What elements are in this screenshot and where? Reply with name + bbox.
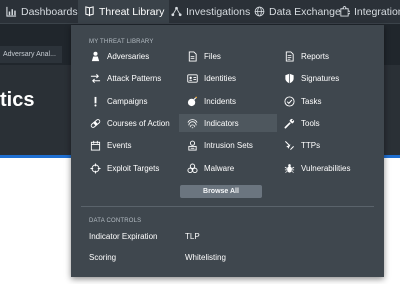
adversary-icon xyxy=(91,51,100,61)
menu-item-label: Files xyxy=(204,51,221,61)
crosshair-icon xyxy=(90,162,101,174)
menu-item-label: Events xyxy=(107,140,132,150)
bug-icon xyxy=(284,163,295,173)
menu-item-incidents[interactable]: Incidents xyxy=(187,92,236,110)
menu-item-attack-patterns[interactable]: Attack Patterns xyxy=(90,69,161,87)
nav-threat-library[interactable]: Threat Library xyxy=(78,0,169,23)
menu-item-label: Indicators xyxy=(204,118,239,128)
nav-integrations[interactable]: Integrations xyxy=(339,0,400,23)
nav-investigations[interactable]: Investigations xyxy=(171,0,250,23)
nav-threat-library-label: Threat Library xyxy=(99,5,165,18)
nav-investigations-label: Investigations xyxy=(186,5,251,18)
data-controls-heading: DATA CONTROLS xyxy=(89,218,142,224)
fingerprint-icon xyxy=(187,118,198,128)
menu-divider xyxy=(81,206,374,207)
menu-item-tools[interactable]: Tools xyxy=(284,114,320,132)
menu-item-label: Attack Patterns xyxy=(107,73,162,83)
puzzle-icon xyxy=(340,6,350,17)
menu-item-label: Reports xyxy=(301,51,330,61)
menu-item-label: Campaigns xyxy=(107,96,148,106)
network-icon xyxy=(171,6,182,17)
shield-icon xyxy=(285,73,294,83)
menu-item-courses-of-action[interactable]: Courses of Action xyxy=(90,114,170,132)
menu-item-malware[interactable]: Malware xyxy=(187,159,234,177)
menu-item-adversaries[interactable]: Adversaries xyxy=(90,47,149,65)
menu-item-label: Malware xyxy=(204,163,235,173)
menu-item-vulnerabilities[interactable]: Vulnerabilities xyxy=(284,159,351,177)
page-title: tics xyxy=(0,89,35,111)
menu-item-label: Tasks xyxy=(301,96,322,106)
menu-item-tasks[interactable]: Tasks xyxy=(284,92,321,110)
file-icon xyxy=(188,50,197,62)
bandage-icon xyxy=(90,118,101,128)
biohazard-icon xyxy=(187,163,198,173)
top-nav: Dashboards Threat Library Investigations… xyxy=(0,0,400,23)
menu-item-ttps[interactable]: TTPs xyxy=(284,136,320,154)
menu-item-label: Adversaries xyxy=(107,51,150,61)
menu-item-label: Intrusion Sets xyxy=(204,140,253,150)
my-threat-library-heading: MY THREAT LIBRARY xyxy=(89,39,154,45)
nav-data-exchange-label: Data Exchange xyxy=(269,5,341,18)
report-icon xyxy=(285,50,294,62)
intrusion-set-icon xyxy=(188,140,197,151)
globe-icon xyxy=(254,6,265,17)
menu-item-label: Incidents xyxy=(204,96,237,106)
menu-item-events[interactable]: Events xyxy=(90,136,131,154)
nav-dashboards[interactable]: Dashboards xyxy=(6,0,78,23)
threat-library-icon xyxy=(85,6,94,17)
wrench-icon xyxy=(284,118,295,128)
bar-chart-icon xyxy=(6,6,17,17)
threat-library-dropdown: MY THREAT LIBRARY Adversaries Attack Pat… xyxy=(71,25,384,277)
nav-data-exchange[interactable]: Data Exchange xyxy=(254,0,341,23)
browse-all-button[interactable]: Browse All xyxy=(180,185,262,198)
menu-item-intrusion-sets[interactable]: Intrusion Sets xyxy=(187,136,253,154)
attack-pattern-icon xyxy=(90,73,101,83)
tab-adversary-analysis[interactable]: Adversary Anal... xyxy=(0,46,62,63)
menu-item-label: Vulnerabilities xyxy=(301,163,351,173)
nav-integrations-label: Integrations xyxy=(354,5,400,18)
menu-item-reports[interactable]: Reports xyxy=(284,47,329,65)
menu-item-label: Courses of Action xyxy=(107,118,170,128)
id-card-icon xyxy=(187,73,198,83)
menu-item-tlp[interactable]: TLP xyxy=(185,232,200,241)
nav-dashboards-label: Dashboards xyxy=(21,5,78,18)
menu-item-indicators[interactable]: Indicators xyxy=(179,114,277,132)
menu-item-label: Identities xyxy=(204,73,237,83)
ttp-icon xyxy=(285,140,294,150)
menu-item-files[interactable]: Files xyxy=(187,47,221,65)
menu-item-label: TTPs xyxy=(301,140,321,150)
campaign-icon xyxy=(94,96,97,106)
menu-item-label: Signatures xyxy=(301,73,340,83)
menu-item-label: Exploit Targets xyxy=(107,163,160,173)
menu-item-label: Tools xyxy=(301,118,320,128)
bomb-icon xyxy=(187,96,197,106)
menu-item-indicator-expiration[interactable]: Indicator Expiration xyxy=(89,232,157,241)
check-circle-icon xyxy=(284,95,295,107)
menu-item-scoring[interactable]: Scoring xyxy=(89,253,116,262)
menu-item-exploit-targets[interactable]: Exploit Targets xyxy=(90,159,159,177)
menu-item-whitelisting[interactable]: Whitelisting xyxy=(185,253,226,262)
menu-item-campaigns[interactable]: Campaigns xyxy=(90,92,147,110)
menu-item-signatures[interactable]: Signatures xyxy=(284,69,339,87)
menu-item-identities[interactable]: Identities xyxy=(187,69,236,87)
calendar-icon xyxy=(90,140,101,151)
